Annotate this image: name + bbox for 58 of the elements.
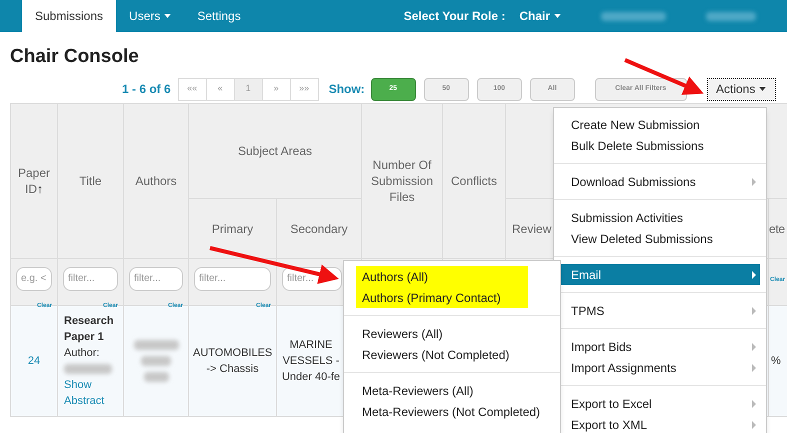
paper-id-link[interactable]: 24	[28, 354, 40, 367]
column-header[interactable]: Title	[79, 174, 102, 188]
menu-item[interactable]: Authors (Primary Contact)	[356, 287, 528, 308]
submenu-arrow-icon	[752, 306, 756, 314]
filter-field[interactable]: filter...	[194, 266, 271, 290]
menu-item[interactable]: Download Submissions	[554, 171, 766, 192]
column-header[interactable]: Primary	[212, 222, 254, 236]
show-label: Show:	[328, 81, 365, 98]
table-cell-line: VESSELS -	[282, 354, 340, 369]
submenu-arrow-icon	[752, 364, 756, 372]
paper-title: Research Paper 1	[64, 314, 115, 345]
menu-item[interactable]: TPMS	[554, 300, 766, 321]
page-button[interactable]: «	[206, 78, 235, 100]
table-cell-line: MARINE	[290, 338, 332, 353]
page-button[interactable]: »»	[290, 78, 319, 100]
caret-icon	[164, 14, 172, 18]
actions-button[interactable]: Actions	[706, 78, 776, 100]
page-title: Chair Console	[9, 45, 140, 69]
blurred-text	[134, 340, 178, 350]
group-header: Subject Areas	[238, 144, 312, 158]
caret-icon	[759, 87, 766, 91]
nav-tab[interactable]: Submissions	[22, 0, 116, 32]
blurred-text	[706, 12, 756, 20]
blurred-text	[64, 364, 112, 374]
submenu-arrow-icon	[752, 400, 756, 408]
menu-item[interactable]: Submission Activities	[554, 207, 766, 228]
menu-item[interactable]: View Deleted Submissions	[554, 228, 766, 249]
menu-item[interactable]: Create New Submission	[554, 114, 766, 135]
nav-tab[interactable]: Settings	[184, 0, 254, 32]
role-label: Select Your Role :	[404, 8, 506, 25]
column-header[interactable]: Review	[512, 222, 552, 236]
menu-item[interactable]: Bulk Delete Submissions	[554, 135, 766, 156]
role-dropdown[interactable]: Chair	[519, 0, 562, 32]
filter-field[interactable]: filter...	[63, 266, 118, 290]
column-header[interactable]: Conflicts	[447, 173, 502, 189]
table-cell: AUTOMOBILES -> Chassis	[193, 346, 272, 375]
table-cell: %	[771, 354, 781, 367]
submenu-arrow-icon	[752, 270, 756, 278]
pagination-summary: 1 - 6 of 6	[122, 81, 171, 98]
page-button[interactable]: »	[262, 78, 291, 100]
column-header[interactable]: Authors	[135, 174, 177, 188]
menu-item[interactable]: Email	[560, 264, 760, 285]
filter-field[interactable]: e.g. <	[16, 266, 52, 290]
submenu-arrow-icon	[752, 420, 756, 428]
blurred-text	[141, 356, 171, 366]
blurred-text	[144, 372, 168, 382]
blurred-text	[601, 12, 666, 20]
column-header[interactable]: Secondary	[290, 222, 348, 236]
caret-icon	[554, 14, 562, 18]
table-cell-line: Under 40-fe	[282, 370, 340, 385]
submenu-arrow-icon	[752, 178, 756, 186]
author-label: Author:	[64, 346, 100, 361]
submenu-arrow-icon	[752, 342, 756, 350]
show-abstract-link[interactable]: Show Abstract	[64, 377, 117, 409]
filter-field[interactable]: filter...	[129, 266, 183, 290]
page-button[interactable]: ««	[178, 78, 207, 100]
menu-item[interactable]: Authors (All)	[356, 266, 528, 287]
nav-tab[interactable]: Users	[116, 0, 184, 32]
